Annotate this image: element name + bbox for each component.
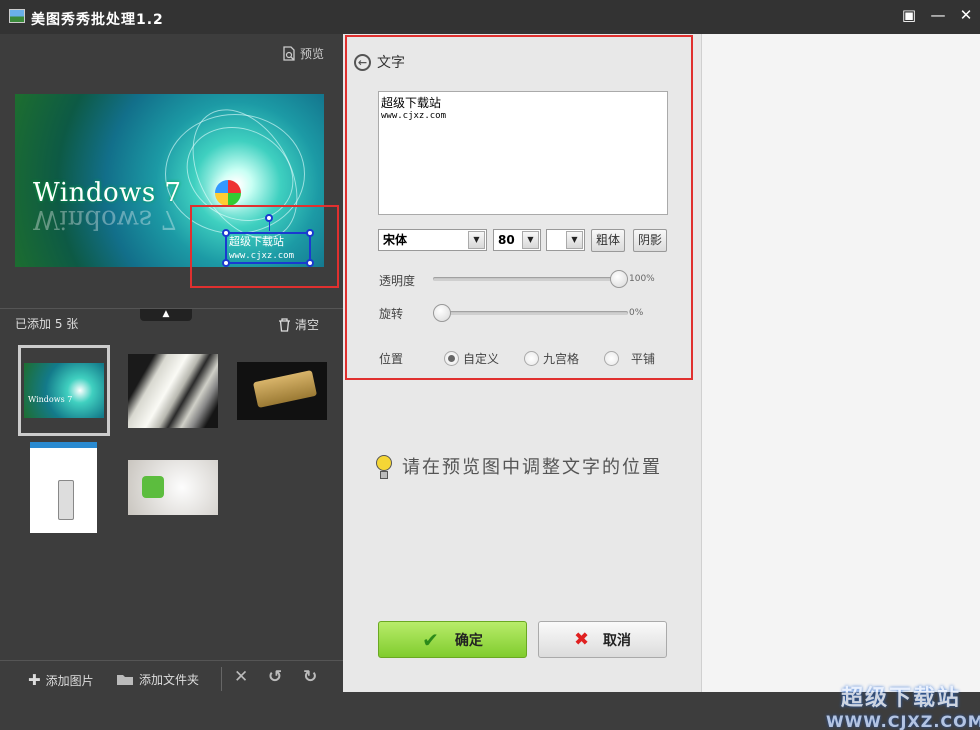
preview-windows-reflection: Windows 7	[33, 204, 178, 234]
close-button[interactable]: ✕	[953, 4, 979, 26]
minimize-button[interactable]: —	[925, 4, 951, 26]
collapse-toggle[interactable]: ▲	[140, 309, 192, 321]
app-icon	[9, 9, 25, 23]
rotate-slider-knob[interactable]	[433, 304, 451, 322]
toolbar-divider	[221, 667, 222, 691]
app-window: 美图秀秀批处理1.2 ▣ — ✕ 预览 Windows 7 Windows 7 …	[0, 0, 980, 730]
dropdown-arrow-icon: ▼	[468, 231, 485, 249]
added-count: 已添加 5 张	[15, 317, 79, 331]
bold-button[interactable]: 粗体	[591, 229, 625, 252]
opacity-label: 透明度	[379, 274, 416, 288]
position-radio-grid[interactable]: 九宫格	[524, 350, 579, 367]
watermark-line1: 超级下载站	[840, 686, 961, 711]
lightbulb-icon	[374, 451, 394, 481]
radio-label: 平铺	[631, 352, 656, 366]
highlight-box	[190, 205, 339, 288]
back-arrow-icon: ←	[354, 53, 371, 71]
rotate-value: 0%	[629, 308, 644, 318]
thumbnail-header	[30, 442, 97, 448]
radio-dot	[604, 351, 619, 366]
usb-drive-image	[252, 370, 318, 408]
text-input-line2: www.cjxz.com	[381, 111, 447, 121]
size-value: 80	[498, 233, 515, 247]
preview-label: 预览	[300, 47, 325, 61]
radio-label: 九宫格	[543, 352, 580, 366]
clear-label: 清空	[295, 318, 320, 332]
position-radio-tile[interactable]: 平铺	[604, 350, 655, 367]
chevron-up-icon: ▲	[162, 309, 170, 319]
add-folder-label: 添加文件夹	[139, 673, 200, 687]
watermark: 超级下载站 WWW.CJXZ.COM	[826, 680, 980, 730]
add-image-button[interactable]: ✚ 添加图片	[28, 671, 94, 689]
dropdown-arrow-icon: ▼	[522, 231, 539, 249]
rotate-label: 旋转	[379, 307, 404, 321]
add-folder-button[interactable]: 添加文件夹	[116, 671, 199, 688]
phone-image	[58, 480, 74, 520]
radio-label: 自定义	[463, 352, 500, 366]
folder-icon	[117, 675, 133, 685]
radio-dot	[444, 351, 459, 366]
app-title: 美图秀秀批处理1.2	[31, 12, 164, 28]
text-settings-panel: ← 文字 超级下载站 www.cjxz.com 宋体 ▼ 80 ▼ ▼ 粗体 阴…	[343, 34, 701, 692]
dropdown-arrow-icon: ▼	[566, 231, 583, 249]
color-select[interactable]: ▼	[546, 229, 585, 251]
font-value: 宋体	[383, 233, 408, 247]
back-button[interactable]: ← 文字	[354, 52, 405, 72]
position-radio-custom[interactable]: 自定义	[444, 350, 499, 367]
panel-title: 文字	[377, 55, 405, 71]
preview-doc-icon	[283, 46, 295, 61]
left-pane: 预览 Windows 7 Windows 7 超级下载站 www.cjxz.co…	[0, 34, 343, 696]
delete-icon[interactable]: ✕	[234, 667, 248, 687]
text-input-line1: 超级下载站	[381, 96, 442, 110]
plus-icon: ✚	[28, 671, 41, 689]
windows-logo-icon	[215, 180, 241, 206]
shadow-button[interactable]: 阴影	[633, 229, 667, 252]
rotate-slider-track[interactable]	[433, 311, 628, 315]
opacity-slider-knob[interactable]	[610, 270, 628, 288]
thumbnail-phone[interactable]	[128, 354, 218, 428]
clear-button[interactable]: 清空	[278, 316, 319, 333]
trash-icon	[279, 317, 290, 332]
hint-text: 请在预览图中调整文字的位置	[402, 457, 662, 478]
opacity-slider-track[interactable]	[433, 277, 628, 281]
opacity-value: 100%	[629, 274, 655, 284]
bottom-toolbar: ✚ 添加图片 添加文件夹 ✕ ↺ ↻	[0, 660, 343, 696]
thumbnail-image: Windows 7	[24, 363, 104, 418]
confirm-button[interactable]: ✔ 确定	[378, 621, 527, 658]
watermark-line2: WWW.CJXZ.COM	[826, 712, 980, 730]
title-bar: 美图秀秀批处理1.2 ▣ — ✕	[0, 0, 980, 34]
hint: 请在预览图中调整文字的位置	[374, 451, 662, 481]
font-select[interactable]: 宋体 ▼	[378, 229, 487, 251]
thumbnail-screenshot[interactable]	[30, 442, 97, 533]
thumbnail-wechat[interactable]	[128, 460, 218, 515]
size-select[interactable]: 80 ▼	[493, 229, 541, 251]
text-input[interactable]: 超级下载站 www.cjxz.com	[378, 91, 668, 215]
cancel-label: 取消	[603, 632, 632, 649]
confirm-label: 确定	[454, 632, 483, 649]
add-image-label: 添加图片	[45, 673, 94, 688]
thumbnail-usb[interactable]	[237, 362, 327, 420]
rotate-left-icon[interactable]: ↺	[268, 667, 282, 687]
radio-dot	[524, 351, 539, 366]
thumbnail-text: Windows 7	[28, 395, 73, 404]
cancel-button[interactable]: ✖ 取消	[538, 621, 667, 658]
wechat-icon	[142, 476, 164, 498]
cross-icon: ✖	[573, 629, 590, 650]
rotate-right-icon[interactable]: ↻	[303, 667, 317, 687]
checkmark-icon: ✔	[422, 627, 439, 652]
position-label: 位置	[379, 352, 404, 366]
right-blank-area	[701, 34, 980, 692]
preview-link[interactable]: 预览	[282, 45, 324, 62]
thumbnail-selected[interactable]: Windows 7	[18, 345, 110, 436]
feedback-icon[interactable]: ▣	[896, 4, 922, 26]
